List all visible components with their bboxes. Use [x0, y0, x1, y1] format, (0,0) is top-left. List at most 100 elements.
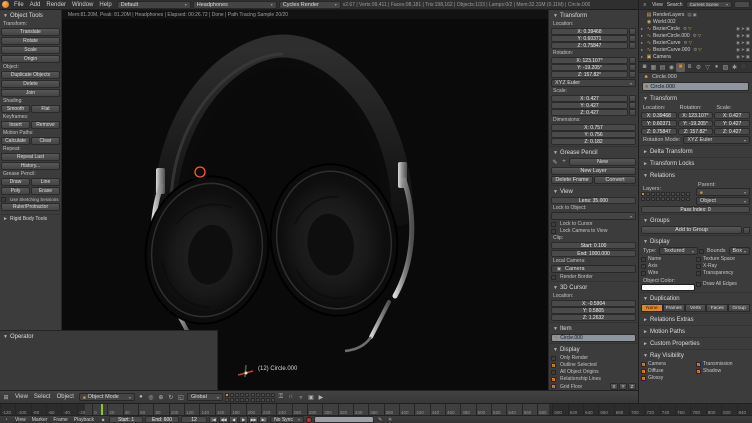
- transform-panel-header[interactable]: ▼Transform: [551, 11, 636, 20]
- properties-tab[interactable]: ▽: [703, 63, 712, 72]
- collapsed-panel-header[interactable]: ►Motion Paths: [641, 327, 750, 336]
- outliner-item-name[interactable]: BezierCurve: [653, 40, 681, 46]
- lock-toggle[interactable]: [629, 64, 636, 71]
- keying-set-field[interactable]: [314, 416, 374, 423]
- editor-type-icon[interactable]: ⊞: [2, 393, 10, 401]
- lock-toggle[interactable]: [629, 35, 636, 42]
- lock-toggle[interactable]: [629, 102, 636, 109]
- layer-toggle[interactable]: [641, 192, 645, 196]
- menu-item[interactable]: Render: [43, 2, 69, 8]
- lock-camera-checkbox[interactable]: [551, 229, 556, 234]
- selectable-icon[interactable]: ➤: [741, 33, 745, 39]
- display-checkbox[interactable]: [641, 257, 646, 262]
- outliner-item[interactable]: ▸ ▤ RenderLayers ⚙▽ ▤▣ ◉➤▣: [641, 11, 750, 18]
- layer-toggle[interactable]: [666, 197, 670, 201]
- layer-toggle[interactable]: [671, 192, 675, 196]
- scene-lock-icon[interactable]: ⚿: [277, 393, 285, 401]
- eye-icon[interactable]: ◉: [736, 26, 740, 32]
- eye-icon[interactable]: ◉: [736, 33, 740, 39]
- properties-tab[interactable]: ◙: [640, 63, 649, 72]
- lock-to-cursor-checkbox[interactable]: [551, 222, 556, 227]
- layer-toggle[interactable]: [686, 192, 690, 196]
- layer-toggle[interactable]: [676, 197, 680, 201]
- duplicate-objects-button[interactable]: Duplicate Objects: [1, 71, 60, 79]
- mode-select[interactable]: ■Object Mode▾: [79, 393, 135, 401]
- duplication-header[interactable]: ▼Duplication: [641, 294, 750, 303]
- rotate-button[interactable]: Rotate: [1, 37, 60, 45]
- timeline-ruler[interactable]: -120-100-80-60-40-2002040608010012014016…: [0, 403, 752, 415]
- render-toggle-icon[interactable]: ▣: [746, 54, 750, 60]
- sync-select[interactable]: No Sync▾: [270, 416, 304, 423]
- scale-field[interactable]: Y: 0.427: [551, 102, 628, 109]
- properties-tab[interactable]: ●: [712, 63, 721, 72]
- rigid-body-tools-header[interactable]: ►Rigid Body Tools: [1, 214, 60, 223]
- dimension-field[interactable]: Z: 0.182: [551, 138, 636, 145]
- screen-layout-select[interactable]: Default▾: [117, 1, 191, 9]
- smooth-button[interactable]: Smooth: [1, 105, 30, 113]
- bounds-type-select[interactable]: Box▾: [729, 247, 751, 255]
- new-layer-button[interactable]: New Layer: [551, 167, 636, 175]
- grease-draw-button[interactable]: Draw: [1, 178, 30, 186]
- selectable-icon[interactable]: ➤: [741, 26, 745, 32]
- ruler-protractor-button[interactable]: Ruler/Protractor: [1, 203, 60, 211]
- expand-arrow-icon[interactable]: ▸: [641, 40, 645, 45]
- lens-field[interactable]: Lens: 35.000: [551, 197, 636, 204]
- pass-index-field[interactable]: Pass Index: 0: [641, 206, 750, 213]
- ray-visibility-header[interactable]: ▼Ray Visibility: [641, 351, 750, 360]
- render-toggle-icon[interactable]: ▣: [746, 40, 750, 46]
- grease-new-button[interactable]: New: [569, 158, 636, 166]
- outliner-search-menu[interactable]: Search: [666, 2, 684, 8]
- pencil-icon[interactable]: ✎: [551, 158, 559, 166]
- grease-erase-button[interactable]: Erase: [31, 187, 60, 195]
- duplication-option[interactable]: None: [641, 304, 663, 312]
- layer-toggle[interactable]: [646, 197, 650, 201]
- outliner-item[interactable]: ▸ ∿ BezierCircle.000 ⚙▽ ▤▣ ◉➤▣: [641, 32, 750, 39]
- location-field[interactable]: Z: 0.75847: [641, 128, 677, 135]
- item-name-field[interactable]: ∿ Circle.000: [551, 334, 636, 342]
- scale-field[interactable]: X: 0.427: [551, 95, 628, 102]
- scale-manipulator-icon[interactable]: ◱: [177, 393, 185, 401]
- grid-axis-toggle[interactable]: X: [610, 383, 618, 390]
- lock-toggle[interactable]: [629, 28, 636, 35]
- frame-start-field[interactable]: Start: 1: [109, 416, 143, 423]
- layer-toggle[interactable]: [681, 197, 685, 201]
- collapsed-panel-header[interactable]: ►Relations Extras: [641, 315, 750, 324]
- selected-circle-object[interactable]: [195, 167, 205, 177]
- layer-toggle[interactable]: [686, 197, 690, 201]
- display-panel-header[interactable]: ▼Display: [551, 345, 636, 354]
- clip-end-field[interactable]: End: 1000.000: [551, 250, 636, 257]
- layer-toggle[interactable]: [225, 398, 229, 402]
- menu-item[interactable]: File: [11, 2, 27, 8]
- duplication-option[interactable]: Verts: [685, 304, 707, 312]
- snap-magnet-icon[interactable]: ∩: [287, 393, 295, 401]
- cursor-coordinate-field[interactable]: Y: 0.5805: [551, 307, 636, 314]
- view-panel-header[interactable]: ▼View: [551, 187, 636, 196]
- layer-toggle[interactable]: [661, 197, 665, 201]
- convert-button[interactable]: Convert: [594, 176, 636, 184]
- ray-checkbox[interactable]: [696, 362, 701, 367]
- layer-toggle[interactable]: [235, 398, 239, 402]
- render-toggle-icon[interactable]: ▣: [746, 26, 750, 32]
- layer-toggle[interactable]: [661, 192, 665, 196]
- layer-toggle[interactable]: [256, 398, 260, 402]
- layer-toggle[interactable]: [240, 398, 244, 402]
- add-to-group-button[interactable]: Add to Group: [641, 226, 742, 234]
- layer-toggle[interactable]: [641, 197, 645, 201]
- keying-set-icon[interactable]: ◆: [99, 416, 107, 423]
- lock-toggle[interactable]: [629, 71, 636, 78]
- cursor-coordinate-field[interactable]: X: -0.5904: [551, 300, 636, 307]
- eye-icon[interactable]: ◉: [736, 40, 740, 46]
- delete-frame-button[interactable]: Delete Frame: [551, 176, 593, 184]
- render-toggle-icon[interactable]: ▣: [746, 47, 750, 53]
- display-checkbox[interactable]: [641, 271, 646, 276]
- record-button[interactable]: [306, 417, 312, 423]
- breadcrumb-object[interactable]: Circle.000: [652, 74, 677, 80]
- grid-floor-checkbox[interactable]: [551, 384, 556, 389]
- layer-toggle[interactable]: [646, 192, 650, 196]
- opengl-render-still-icon[interactable]: ▣: [307, 393, 315, 401]
- dimension-field[interactable]: X: 0.757: [551, 124, 636, 131]
- outliner-search-input[interactable]: [734, 1, 750, 8]
- calculate-paths-button[interactable]: Calculate: [1, 137, 30, 145]
- layer-toggle[interactable]: [251, 393, 255, 397]
- layer-toggle[interactable]: [251, 398, 255, 402]
